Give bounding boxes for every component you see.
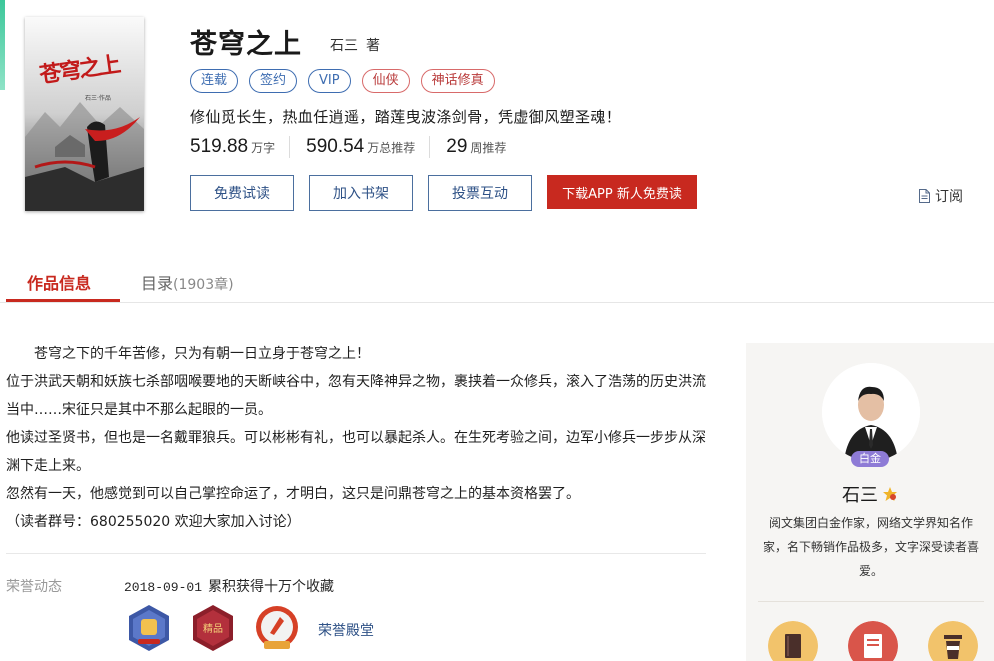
left-accent-bar [0,0,5,90]
author-bio: 阅文集团白金作家，网络文学界知名作家，名下畅销作品极多，文字深受读者喜爱。 [762,516,979,578]
description-paragraph: 位于洪武天朝和妖族七杀部咽喉要地的天断峡谷中，忽有天降神异之物，裹挟着一众修兵，… [6,374,706,418]
author-level-badge: 白金 [851,451,889,467]
add-to-shelf-button[interactable]: 加入书架 [309,175,413,211]
author-name[interactable]: 石三 [330,38,358,54]
author-panel-name-text[interactable]: 石三 [842,485,878,506]
cover-author-art: 石三·作品 [85,95,111,102]
tag-xianxia[interactable]: 仙侠 [361,69,410,93]
action-buttons: 免费试读 加入书架 投票互动 下载APP 新人免费读 [190,175,697,211]
medal-list: 精品 [124,603,302,653]
author-line: 石三著 [330,35,380,55]
stat-unit: 周推荐 [470,141,507,155]
stat-total-recommend: 590.54 万总推荐 [306,136,431,158]
cover-art [25,17,144,211]
book-title: 苍穹之上 [190,29,302,60]
star-icon [883,487,897,501]
description-paragraph: （读者群号：680255020 欢迎大家加入讨论） [6,514,301,530]
author-panel-icons [768,621,978,661]
honor-label: 荣誉动态 [6,579,62,595]
subscribe-label: 订阅 [935,189,963,205]
description-paragraph: 他读过圣贤书，但也是一名戴罪狼兵。可以彬彬有礼，也可以暴起杀人。在生死考验之间，… [6,430,706,474]
stat-word-count: 519.88 万字 [190,136,291,158]
stat-value: 519.88 [190,136,249,157]
download-app-button[interactable]: 下载APP 新人免费读 [547,175,697,209]
cup-icon[interactable] [928,621,978,661]
document-icon[interactable] [848,621,898,661]
tag-list: 连载 签约 VIP 仙侠 神话修真 [190,69,495,93]
stat-unit: 万字 [251,141,276,155]
tab-book-info[interactable]: 作品信息 [27,270,91,294]
jingpin-medal-icon[interactable]: 精品 [188,603,238,653]
stat-value: 29 [446,136,468,157]
tag-myth-cultivation[interactable]: 神话修真 [420,69,495,93]
document-icon [919,189,930,203]
honor-event-text: 累积获得十万个收藏 [208,579,335,595]
free-read-button[interactable]: 免费试读 [190,175,294,211]
stat-weekly-recommend: 29 周推荐 [446,136,520,158]
honor-date: 2018-09-01 [124,580,203,595]
tag-signed[interactable]: 签约 [249,69,298,93]
tag-vip[interactable]: VIP [308,69,351,93]
tab-toc-count: (1903章) [173,277,234,293]
svg-text:精品: 精品 [203,622,223,635]
tab-active-indicator [6,299,120,302]
book-description: 苍穹之下的千年苦修，只为有朝一日立身于苍穹之上！ 位于洪武天朝和妖族七杀部咽喉要… [6,340,710,536]
tag-serial[interactable]: 连载 [190,69,239,93]
stat-unit: 万总推荐 [367,141,416,155]
author-panel-name: 石三 [746,481,994,507]
tab-table-of-contents[interactable]: 目录(1903章) [141,270,234,294]
avatar-portrait [822,363,920,461]
tab-toc-label: 目录 [141,274,174,293]
book-cover[interactable]: 苍穹之上 石三·作品 [25,17,144,211]
honor-event: 2018-09-01 累积获得十万个收藏 [124,576,334,596]
book-tagline: 修仙觅长生，热血任逍遥，踏莲曳波涤剑骨，凭虚御风塑圣魂！ [190,108,622,126]
author-panel: 白金 石三 阅文集团白金作家，网络文学界知名作家，名下畅销作品极多，文字深受读者… [746,343,994,661]
subscribe-link[interactable]: 订阅 [918,186,963,206]
author-suffix: 著 [366,38,380,54]
honor-hall-link[interactable]: 荣誉殿堂 [318,620,374,640]
tab-bar: 作品信息 目录(1903章) [0,262,994,303]
description-paragraph: 忽然有一天，他感觉到可以自己掌控命运了，才明白，这只是问鼎苍穹之上的基本资格罢了… [6,486,580,502]
author-avatar[interactable] [822,363,920,461]
book-icon[interactable] [768,621,818,661]
vote-button[interactable]: 投票互动 [428,175,532,211]
description-paragraph: 苍穹之下的千年苦修，只为有朝一日立身于苍穹之上！ [34,346,370,362]
book-stats: 519.88 万字 590.54 万总推荐 29 周推荐 [190,136,536,158]
stat-value: 590.54 [306,136,365,157]
fist-medal-icon[interactable] [124,603,174,653]
author-panel-divider [758,601,984,602]
top-medal-icon[interactable] [252,603,302,653]
section-divider [6,553,706,554]
